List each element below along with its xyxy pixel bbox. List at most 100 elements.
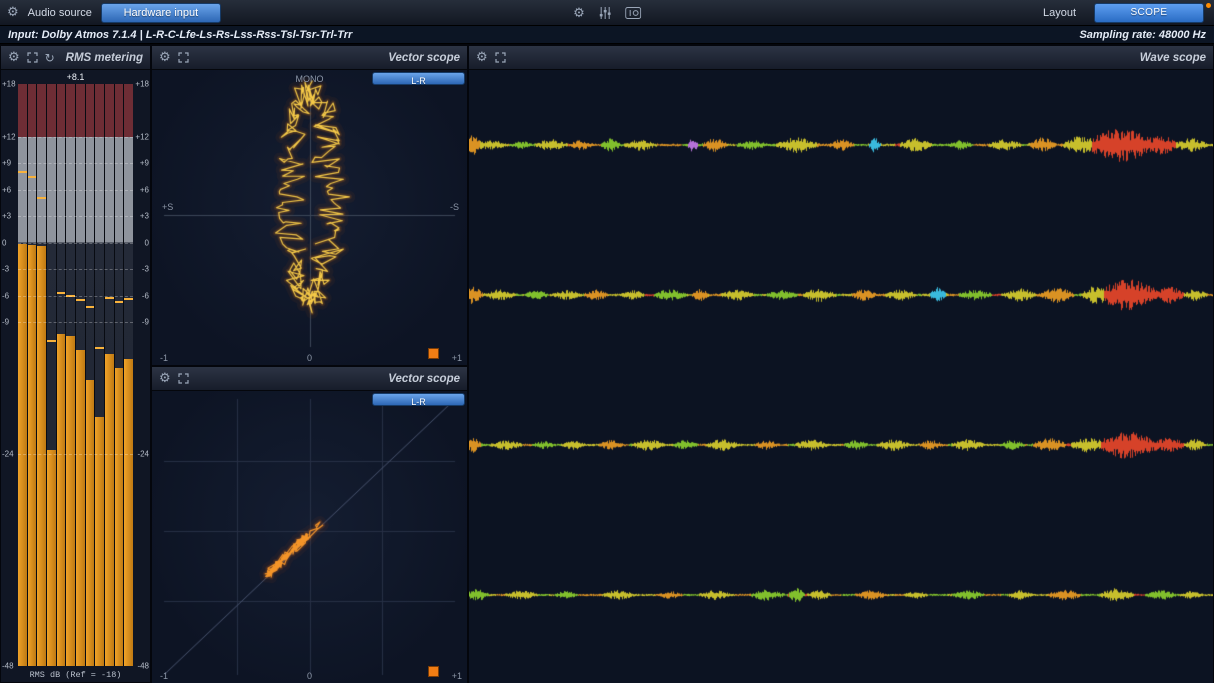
vector-bottom-fullscreen-icon[interactable] (178, 373, 189, 384)
meter-column (47, 84, 56, 666)
audio-source-label: Audio source (28, 7, 92, 19)
rms-settings-icon[interactable]: ⚙ (8, 51, 20, 64)
waveform-channel (469, 70, 1213, 220)
vector-bottom-scale-zero: 0 (307, 671, 312, 681)
vector-bottom-settings-icon[interactable]: ⚙ (159, 372, 171, 385)
meter-bar (76, 350, 85, 666)
wave-panel-header: ⚙ Wave scope (469, 46, 1213, 70)
meter-column (115, 84, 124, 666)
vector-top-mode-button[interactable]: L-R (372, 72, 465, 85)
meter-peak (86, 306, 95, 308)
meter-column (76, 84, 85, 666)
scale-label: -24 (2, 450, 18, 459)
rms-metering-panel: ⚙ ↻ RMS metering +8.1 +18 +12 +9 +6 +3 0 -3 -6 -… (1, 46, 150, 682)
vector-top-settings-icon[interactable]: ⚙ (159, 51, 171, 64)
rms-peak-readout: +8.1 (1, 72, 150, 82)
input-format-label: Input: Dolby Atmos 7.1.4 | L-R-C-Lfe-Ls-… (8, 29, 352, 41)
meter-column (66, 84, 75, 666)
vector-bottom-title: Vector scope (388, 373, 460, 385)
wave-settings-icon[interactable]: ⚙ (476, 51, 488, 64)
meter-column (18, 84, 27, 666)
io-routing-icon[interactable] (625, 7, 641, 19)
meter-peak (47, 340, 56, 342)
settings-icon[interactable]: ⚙ (7, 6, 19, 19)
waveform-channel (469, 520, 1213, 670)
rms-meter: +18+12+9+6+30-3-6-9-24-48 +18+12+9+6+30-… (1, 84, 150, 666)
meter-column (124, 84, 133, 666)
meter-bar (47, 450, 56, 666)
vector-bottom-mode-button[interactable]: L-R (372, 393, 465, 406)
global-settings-icon[interactable]: ⚙ (573, 7, 585, 20)
scale-label: +9 (2, 159, 18, 168)
wave-rows (469, 70, 1213, 683)
rms-footer-label: RMS dB (Ref = -18) (1, 670, 150, 680)
hardware-input-button[interactable]: Hardware input (101, 3, 221, 23)
meter-peak (57, 292, 66, 294)
wave-scope-panel: ⚙ Wave scope (469, 46, 1213, 683)
meter-bar (57, 334, 66, 666)
meter-column (86, 84, 95, 666)
meter-column (95, 84, 104, 666)
faders-icon[interactable] (598, 7, 612, 19)
vector-scope-bottom-panel: ⚙ Vector scope L-R -1 0 +1 (152, 367, 467, 683)
meter-peak (105, 297, 114, 299)
scale-label: -9 (133, 318, 149, 327)
rms-meter-columns (18, 84, 133, 666)
scale-label: 0 (2, 238, 18, 247)
meter-gridline (18, 243, 133, 244)
meter-bar (124, 359, 133, 666)
rms-reset-icon[interactable]: ↻ (45, 52, 55, 64)
scale-label: -24 (133, 450, 149, 459)
vector-top-level-indicator (428, 348, 439, 359)
meter-column (37, 84, 46, 666)
top-bar-right: Layout SCOPE (1043, 3, 1214, 23)
vector-top-title: Vector scope (388, 52, 460, 64)
layout-label: Layout (1043, 7, 1076, 19)
meter-peak (37, 197, 46, 199)
scale-label: -6 (2, 291, 18, 300)
meter-column (105, 84, 114, 666)
plus-s-label: +S (162, 202, 173, 212)
waveform-channel (469, 220, 1213, 370)
meter-column (28, 84, 37, 666)
wave-panel-title: Wave scope (1140, 52, 1206, 64)
wave-fullscreen-icon[interactable] (495, 52, 506, 63)
rms-fullscreen-icon[interactable] (27, 52, 38, 63)
scale-label: -3 (2, 265, 18, 274)
meter-bar (86, 380, 95, 666)
scope-button[interactable]: SCOPE (1094, 3, 1204, 23)
scale-label: +18 (133, 80, 149, 89)
meter-peak (18, 171, 27, 173)
scale-label: +18 (2, 80, 18, 89)
vector-bottom-canvas (152, 391, 467, 683)
meter-peak (76, 299, 85, 301)
vector-top-fullscreen-icon[interactable] (178, 52, 189, 63)
vector-top-scale-zero: 0 (307, 353, 312, 363)
vector-bottom-scale-minus1: -1 (160, 671, 168, 681)
top-bar-left: ⚙ Audio source Hardware input (0, 3, 221, 23)
meter-gridline (18, 163, 133, 164)
sampling-rate-label: Sampling rate: 48000 Hz (1079, 29, 1206, 41)
scale-label: 0 (133, 238, 149, 247)
meter-bar (115, 368, 124, 666)
vector-scope-top-panel: ⚙ Vector scope L-R MONO +S -S -1 0 +1 (152, 46, 467, 365)
vector-top-header: ⚙ Vector scope (152, 46, 467, 70)
vector-bottom-header: ⚙ Vector scope (152, 367, 467, 391)
rms-scale-left: +18+12+9+6+30-3-6-9-24-48 (2, 84, 18, 666)
meter-bar (37, 246, 46, 666)
meter-gridline (18, 269, 133, 270)
rms-panel-title: RMS metering (66, 52, 143, 64)
meter-peak (124, 298, 133, 300)
scale-label: +12 (2, 132, 18, 141)
minus-s-label: -S (450, 202, 459, 212)
vector-top-scale-minus1: -1 (160, 353, 168, 363)
scale-label: +12 (133, 132, 149, 141)
meter-gridline (18, 454, 133, 455)
scale-label: +6 (2, 185, 18, 194)
waveform-channel (469, 370, 1213, 520)
meter-bar (28, 245, 37, 666)
mono-label: MONO (296, 74, 324, 84)
rms-scale-right: +18+12+9+6+30-3-6-9-24-48 (133, 84, 149, 666)
scale-label: +3 (2, 212, 18, 221)
meter-gridline (18, 296, 133, 297)
